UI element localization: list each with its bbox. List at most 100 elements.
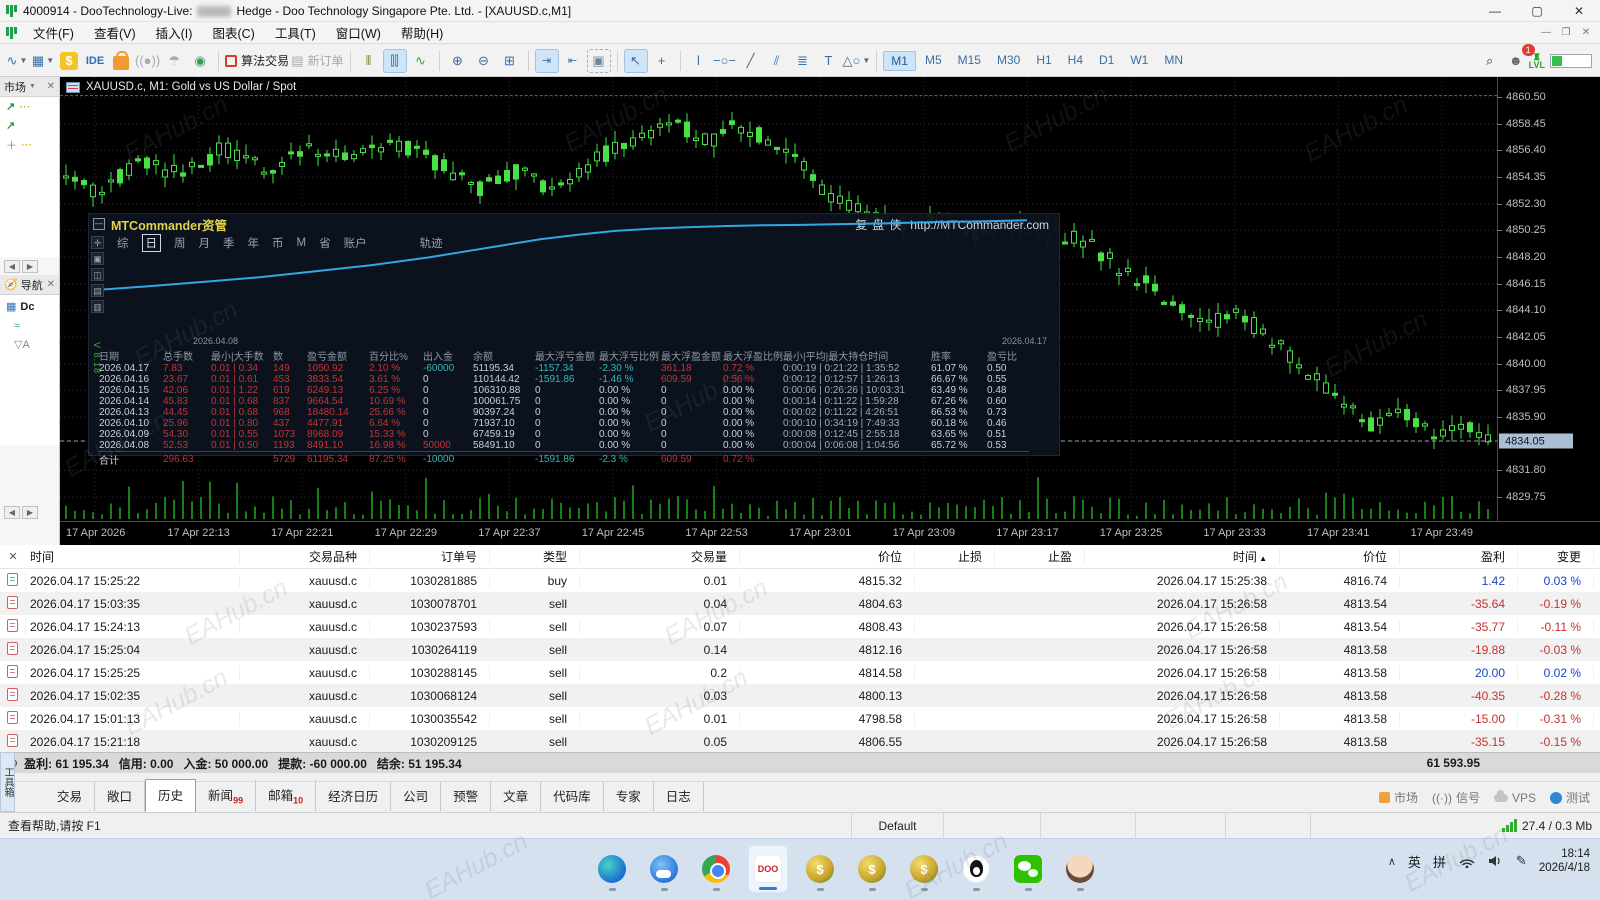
taskbar-edge-icon[interactable] [592, 845, 632, 893]
wifi-icon[interactable] [1458, 854, 1476, 868]
price-scale[interactable]: 4860.50 4858.45 4856.40 4854.35 4852.30 4850.… [1497, 77, 1600, 521]
minimize-button[interactable]: — [1474, 0, 1516, 22]
ide-button[interactable]: IDE [83, 49, 107, 73]
pen-input-icon[interactable]: ✎ [1516, 853, 1527, 869]
history-column-header[interactable]: 价位 [1280, 548, 1400, 565]
history-column-header[interactable]: 时间 ▲ [1085, 548, 1280, 565]
chart-restore-icon[interactable]: ❐ [1556, 27, 1576, 38]
panel-tool-icon-2[interactable]: ◫ [91, 268, 104, 281]
history-column-header[interactable]: 止损 [915, 548, 995, 565]
deposit-icon[interactable]: $ [57, 49, 81, 73]
timeframe-m5[interactable]: M5 [918, 51, 949, 71]
timeframe-h4[interactable]: H4 [1061, 51, 1090, 71]
input-lang-en[interactable]: 英 [1408, 852, 1421, 871]
timeframe-d1[interactable]: D1 [1092, 51, 1121, 71]
history-table-row[interactable]: 2026.04.17 15:03:35 xauusd.c 1030078701 sel… [0, 592, 1600, 615]
statusbar-测试-button[interactable]: 测试 [1549, 789, 1590, 806]
indicator-shift-right-icon[interactable]: ⇥ [534, 48, 559, 73]
toolbox-vertical-tab[interactable]: 工具箱 [0, 752, 15, 812]
history-column-header[interactable]: 止盈 [995, 548, 1085, 565]
menu-item-1[interactable]: 文件(F) [23, 27, 84, 41]
taskbar-wechat-icon[interactable] [1008, 845, 1048, 893]
menu-item-6[interactable]: 窗口(W) [326, 27, 391, 41]
taskbar-qq-browser-icon[interactable] [644, 845, 684, 893]
history-table-row[interactable]: 2026.04.17 15:25:22 xauusd.c 1030281885 buy… [0, 569, 1600, 592]
taskbar-mt-terminal-icon-3[interactable]: $ [904, 845, 944, 893]
menu-item-7[interactable]: 帮助(H) [391, 27, 453, 41]
statusbar-市场-button[interactable]: 市场 [1378, 789, 1418, 806]
chart-scroll-left-icon[interactable]: ◀ [4, 505, 20, 519]
navigator-header[interactable]: 🧭 导航 ✕ [0, 275, 59, 295]
bottom-tab-交易[interactable]: 交易 [45, 781, 96, 811]
history-column-header[interactable]: 盈利 [1400, 548, 1518, 565]
bottom-tab-敞口[interactable]: 敞口 [95, 781, 146, 811]
tray-clock[interactable]: 18:14 2026/4/18 [1539, 847, 1590, 875]
history-column-header[interactable]: 订单号 [370, 548, 490, 565]
history-table-row[interactable]: 2026.04.17 15:02:35 xauusd.c 1030068124 sel… [0, 684, 1600, 707]
chart-type-icon[interactable]: ∿ ▼ [5, 49, 29, 73]
timeframe-h1[interactable]: H1 [1029, 51, 1058, 71]
market-scroll-right-icon[interactable]: ▶ [22, 259, 38, 273]
bottom-tab-预警[interactable]: 预警 [441, 781, 492, 811]
statusbar-信号-button[interactable]: ((·)) 信号 [1432, 789, 1480, 806]
algo-trading-button[interactable]: 算法交易 [225, 49, 289, 73]
bottom-tab-代码库[interactable]: 代码库 [541, 781, 604, 811]
bottom-tab-新闻[interactable]: 新闻99 [196, 779, 257, 811]
bottom-tab-邮箱[interactable]: 邮箱10 [256, 779, 317, 811]
status-profile[interactable]: Default [852, 813, 944, 838]
bottom-tab-专家[interactable]: 专家 [604, 781, 654, 811]
vps-balloon-icon[interactable]: ☂ [162, 49, 186, 73]
taskbar-qq-icon[interactable] [956, 845, 996, 893]
volume-icon[interactable] [1488, 854, 1504, 868]
taskbar-chrome-icon[interactable] [696, 845, 736, 893]
cursor-tool-icon[interactable]: ↖ [623, 48, 648, 73]
bottom-tab-文章[interactable]: 文章 [491, 781, 542, 811]
history-column-header[interactable]: 交易量 [580, 548, 740, 565]
history-table-row[interactable]: 2026.04.17 15:24:13 xauusd.c 1030237593 sel… [0, 615, 1600, 638]
mtcommander-panel[interactable]: — ✛ ▣ ◫ ▤ ▥ V 8.18 MTCommander资管 复盘侠 http… [88, 213, 1060, 467]
text-tool-icon[interactable]: T [817, 49, 841, 73]
history-column-header[interactable]: 变更 [1518, 548, 1594, 565]
history-table-row[interactable]: 2026.04.17 15:01:13 xauusd.c 1030035542 sel… [0, 707, 1600, 730]
search-icon[interactable]: ⌕ [1478, 49, 1502, 73]
crosshair-tool-icon[interactable]: + [650, 49, 674, 73]
bar-chart-mode-icon[interactable]: ⫴ [357, 49, 381, 73]
history-column-header[interactable]: 类型 [490, 548, 580, 565]
chart-close-icon[interactable]: ✕ [1576, 27, 1596, 38]
taskbar-avatar-app-icon[interactable] [1060, 845, 1100, 893]
chart-scroll-right-icon[interactable]: ▶ [22, 505, 38, 519]
history-close-icon[interactable]: ✕ [0, 550, 26, 563]
history-column-header[interactable]: 价位 [740, 548, 915, 565]
market-watch-header[interactable]: 市场 ▼ ✕ [0, 77, 59, 97]
panel-tool-icon-3[interactable]: ▤ [91, 284, 104, 297]
taskbar-mt-terminal-icon-1[interactable]: $ [800, 845, 840, 893]
input-lang-pinyin[interactable]: 拼 [1433, 852, 1446, 871]
tray-hidden-icons-chevron[interactable]: ∧ [1388, 855, 1396, 868]
bottom-tab-日志[interactable]: 日志 [654, 781, 704, 811]
bottom-tab-历史[interactable]: 历史 [145, 779, 197, 812]
navigator-tree[interactable]: ▦ Dc ≈ ▽A [0, 295, 59, 445]
history-table-row[interactable]: 2026.04.17 15:21:18 xauusd.c 1030209125 sel… [0, 730, 1600, 753]
zoom-in-icon[interactable]: ⊕ [446, 49, 470, 73]
history-column-header[interactable]: 时间 [26, 548, 240, 565]
market-watch-close-icon[interactable]: ✕ [47, 81, 55, 92]
channel-tool-icon[interactable]: ⫽ [765, 49, 789, 73]
vertical-line-tool-icon[interactable]: ǀ [687, 49, 711, 73]
menu-item-2[interactable]: 查看(V) [84, 27, 146, 41]
panel-tool-icon-4[interactable]: ▥ [91, 300, 104, 313]
panel-move-icon[interactable]: ✛ [91, 236, 104, 249]
history-table-row[interactable]: 2026.04.17 15:25:25 xauusd.c 1030288145 sel… [0, 661, 1600, 684]
indicator-shift-left-icon[interactable]: ⇤ [561, 49, 585, 73]
time-scale[interactable]: 17 Apr 2026 17 Apr 22:13 17 Apr 22:21 17 Ap… [60, 521, 1600, 545]
bottom-tab-公司[interactable]: 公司 [391, 781, 442, 811]
market-store-icon[interactable] [109, 49, 133, 73]
taskbar-start-button[interactable] [540, 845, 580, 893]
candlestick-mode-icon[interactable]: ⫿⫿ [382, 48, 407, 73]
taskbar-mt-terminal-icon-2[interactable]: $ [852, 845, 892, 893]
trendline-tool-icon[interactable]: ╱ [739, 49, 763, 73]
timeframe-mn[interactable]: MN [1157, 51, 1190, 71]
timeframe-m30[interactable]: M30 [990, 51, 1027, 71]
line-chart-mode-icon[interactable]: ∿ [409, 49, 433, 73]
bottom-tab-经济日历[interactable]: 经济日历 [316, 781, 392, 811]
community-icon[interactable]: ◉ [188, 49, 212, 73]
